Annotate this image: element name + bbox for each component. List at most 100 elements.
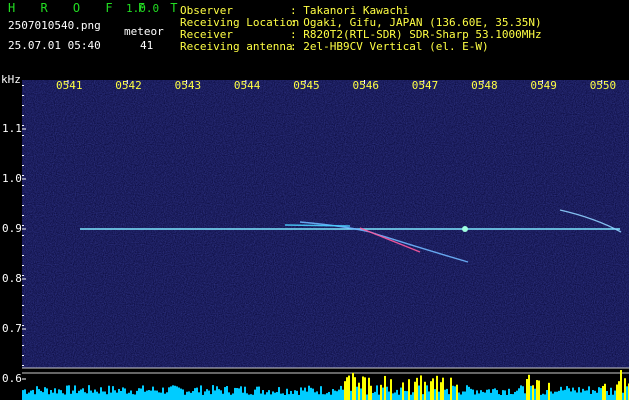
activity-bar [314, 392, 316, 400]
activity-bar [542, 393, 544, 400]
activity-bar [318, 394, 320, 400]
activity-bar [432, 378, 434, 400]
activity-bar [552, 393, 554, 400]
activity-bar [612, 394, 614, 400]
activity-bar [550, 391, 552, 400]
activity-bar [162, 387, 164, 400]
activity-bar [224, 387, 226, 400]
activity-bar [86, 393, 88, 400]
activity-bar [366, 394, 368, 400]
activity-bar [246, 393, 248, 400]
activity-bar [94, 389, 96, 400]
activity-bar [486, 389, 488, 400]
activity-bar [484, 392, 486, 400]
activity-bar [190, 392, 192, 400]
activity-bar [572, 387, 574, 400]
activity-bar [92, 392, 94, 400]
y-minor-tick [22, 185, 24, 186]
activity-bar [444, 389, 446, 400]
activity-bar [526, 379, 528, 400]
activity-bar [540, 394, 542, 400]
x-tick-label: 0541 [56, 79, 83, 92]
activity-bar [110, 392, 112, 400]
activity-bar [36, 386, 38, 400]
activity-bar [252, 394, 254, 400]
activity-bar [250, 394, 252, 400]
activity-bar [148, 390, 150, 400]
spectrogram [22, 80, 629, 400]
activity-bar [54, 388, 56, 400]
activity-bar [282, 393, 284, 400]
y-minor-tick [22, 155, 24, 156]
y-minor-tick [22, 105, 24, 106]
activity-bar [396, 389, 398, 400]
activity-bar [378, 394, 380, 400]
activity-bar [446, 388, 448, 400]
activity-bar [88, 385, 90, 400]
activity-bar [514, 391, 516, 400]
activity-bar [328, 391, 330, 400]
y-minor-tick [22, 245, 24, 246]
activity-bar [372, 392, 374, 400]
activity-bar [364, 377, 366, 400]
activity-bar [448, 394, 450, 400]
activity-bar [560, 386, 562, 400]
activity-bar [286, 388, 288, 400]
activity-bar [68, 385, 70, 400]
activity-bar [332, 388, 334, 400]
meteor-label: meteor [124, 25, 164, 38]
activity-bar [128, 392, 130, 400]
x-tick-label: 0549 [530, 79, 557, 92]
activity-bar [564, 389, 566, 400]
activity-bar [104, 391, 106, 400]
activity-bar [362, 376, 364, 400]
activity-bar [138, 388, 140, 400]
activity-bar [266, 392, 268, 400]
activity-bar [512, 394, 514, 400]
activity-bar [46, 388, 48, 400]
activity-bar [142, 385, 144, 400]
activity-bar [330, 394, 332, 400]
activity-bar [418, 385, 420, 400]
activity-bar [50, 390, 52, 400]
y-minor-tick [22, 205, 24, 206]
x-tick-label: 0550 [589, 79, 617, 92]
activity-bar [62, 393, 64, 400]
activity-bar [24, 389, 26, 400]
activity-bar [172, 385, 174, 400]
activity-bar [158, 392, 160, 400]
activity-bar [492, 389, 494, 400]
activity-bar [610, 387, 612, 400]
activity-bar [150, 390, 152, 400]
activity-bar [404, 390, 406, 400]
activity-bar [380, 384, 382, 400]
activity-bar [130, 390, 132, 400]
activity-bar [334, 390, 336, 400]
activity-bar [196, 387, 198, 400]
y-minor-tick [22, 335, 24, 336]
activity-bar [40, 390, 42, 400]
activity-bar [452, 385, 454, 400]
activity-bar [78, 390, 80, 400]
antenna-value: : 2el-HB9CV Vertical (el. E-W) [290, 40, 489, 53]
activity-bar [48, 394, 50, 400]
y-tick-label: 0.9 [2, 222, 22, 235]
y-tick-label: 0.8 [2, 272, 22, 285]
y-minor-tick [22, 345, 24, 346]
activity-bar [522, 386, 524, 400]
activity-bar [534, 388, 536, 400]
activity-bar [256, 386, 258, 400]
y-minor-tick [22, 165, 24, 166]
activity-bar [606, 391, 608, 400]
activity-bar [582, 388, 584, 400]
activity-bar [504, 390, 506, 400]
activity-bar [336, 391, 338, 400]
activity-bar [72, 390, 74, 400]
activity-bar [296, 390, 298, 400]
activity-bar [382, 387, 384, 400]
activity-bar [490, 392, 492, 400]
activity-bar [310, 387, 312, 400]
activity-bar [602, 385, 604, 400]
activity-bar [344, 381, 346, 400]
activity-bar [226, 386, 228, 400]
